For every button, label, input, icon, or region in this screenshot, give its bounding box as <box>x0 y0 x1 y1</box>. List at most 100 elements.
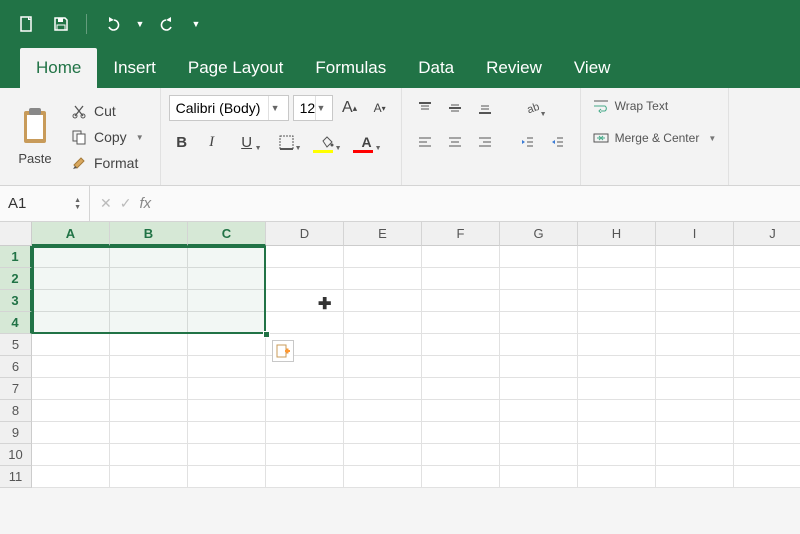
cell[interactable] <box>344 466 422 488</box>
row-header[interactable]: 11 <box>0 466 32 488</box>
cell[interactable] <box>734 444 800 466</box>
cell[interactable] <box>578 356 656 378</box>
column-header[interactable]: I <box>656 222 734 246</box>
cell[interactable] <box>266 400 344 422</box>
cell[interactable] <box>344 378 422 400</box>
column-header[interactable]: F <box>422 222 500 246</box>
cell[interactable] <box>32 400 110 422</box>
cell[interactable] <box>656 400 734 422</box>
cell[interactable] <box>734 246 800 268</box>
redo-dropdown[interactable]: ▼ <box>189 11 203 37</box>
cell[interactable] <box>32 422 110 444</box>
cell[interactable] <box>110 246 188 268</box>
cell[interactable] <box>734 268 800 290</box>
cell[interactable] <box>422 378 500 400</box>
cell[interactable] <box>422 312 500 334</box>
cell[interactable] <box>656 268 734 290</box>
cell[interactable] <box>500 312 578 334</box>
font-name-selector[interactable]: Calibri (Body) ▼ <box>169 95 289 121</box>
cell[interactable] <box>188 400 266 422</box>
cell[interactable] <box>344 334 422 356</box>
decrease-indent-button[interactable] <box>514 129 540 155</box>
cell[interactable] <box>578 334 656 356</box>
cell[interactable] <box>422 334 500 356</box>
undo-dropdown[interactable]: ▼ <box>133 11 147 37</box>
cell[interactable] <box>188 378 266 400</box>
cell[interactable] <box>656 466 734 488</box>
cell[interactable] <box>344 268 422 290</box>
cell[interactable] <box>188 444 266 466</box>
font-size-selector[interactable]: 12 ▼ <box>293 95 333 121</box>
cell[interactable] <box>266 422 344 444</box>
cell[interactable] <box>266 312 344 334</box>
cell[interactable] <box>578 378 656 400</box>
cell[interactable] <box>188 246 266 268</box>
cell[interactable] <box>110 466 188 488</box>
cell[interactable] <box>500 246 578 268</box>
cell[interactable] <box>110 422 188 444</box>
cancel-formula-button[interactable]: ✕ <box>100 195 112 212</box>
cell[interactable] <box>188 268 266 290</box>
cell[interactable] <box>344 444 422 466</box>
cell[interactable] <box>656 378 734 400</box>
column-header[interactable]: A <box>32 222 110 246</box>
cell[interactable] <box>344 312 422 334</box>
redo-button[interactable] <box>155 11 181 37</box>
row-header[interactable]: 7 <box>0 378 32 400</box>
cell[interactable] <box>266 246 344 268</box>
column-header[interactable]: E <box>344 222 422 246</box>
cell[interactable] <box>656 246 734 268</box>
cell[interactable] <box>32 378 110 400</box>
cell[interactable] <box>110 356 188 378</box>
formula-input[interactable] <box>161 186 800 221</box>
cell[interactable] <box>32 290 110 312</box>
cell[interactable] <box>734 334 800 356</box>
row-header[interactable]: 8 <box>0 400 32 422</box>
cell[interactable] <box>344 422 422 444</box>
cell[interactable] <box>500 356 578 378</box>
tab-insert[interactable]: Insert <box>97 48 172 88</box>
cell[interactable] <box>344 246 422 268</box>
align-top-button[interactable] <box>412 95 438 121</box>
row-header[interactable]: 6 <box>0 356 32 378</box>
merge-center-button[interactable]: Merge & Center ▼ <box>589 126 721 150</box>
cell[interactable] <box>32 246 110 268</box>
cell[interactable] <box>578 268 656 290</box>
worksheet-grid[interactable]: ABCDEFGHIJ1234567891011 ✚ <box>0 222 800 534</box>
cell[interactable] <box>734 290 800 312</box>
cell[interactable] <box>422 422 500 444</box>
cell[interactable] <box>266 268 344 290</box>
align-left-button[interactable] <box>412 129 438 155</box>
cell[interactable] <box>422 290 500 312</box>
cell[interactable] <box>344 400 422 422</box>
cell[interactable] <box>500 334 578 356</box>
cell[interactable] <box>734 378 800 400</box>
cell[interactable] <box>422 444 500 466</box>
format-painter-button[interactable]: Format <box>66 150 148 176</box>
cell[interactable] <box>656 312 734 334</box>
cell[interactable] <box>344 290 422 312</box>
name-box[interactable]: A1 ▲▼ <box>0 186 90 221</box>
cell[interactable] <box>188 356 266 378</box>
cell[interactable] <box>110 444 188 466</box>
cell[interactable] <box>110 378 188 400</box>
cell[interactable] <box>188 290 266 312</box>
cell[interactable] <box>422 466 500 488</box>
increase-indent-button[interactable] <box>544 129 570 155</box>
tab-page-layout[interactable]: Page Layout <box>172 48 299 88</box>
row-header[interactable]: 1 <box>0 246 32 268</box>
undo-button[interactable] <box>99 11 125 37</box>
cell[interactable] <box>656 444 734 466</box>
paste-button[interactable]: Paste <box>8 94 62 179</box>
row-header[interactable]: 5 <box>0 334 32 356</box>
name-box-stepper[interactable]: ▲▼ <box>74 197 81 211</box>
cell[interactable] <box>266 290 344 312</box>
tab-review[interactable]: Review <box>470 48 558 88</box>
row-header[interactable]: 2 <box>0 268 32 290</box>
tab-formulas[interactable]: Formulas <box>299 48 402 88</box>
fill-color-button[interactable]: ▼ <box>309 129 345 155</box>
wrap-text-button[interactable]: Wrap Text <box>589 94 721 118</box>
cell[interactable] <box>734 422 800 444</box>
cell[interactable] <box>110 312 188 334</box>
cell[interactable] <box>656 290 734 312</box>
